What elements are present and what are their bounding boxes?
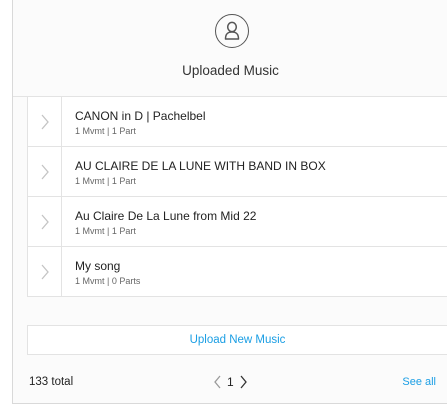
uploaded-music-panel: Uploaded Music CANON in D | Pachelbel 1 … [12,0,447,404]
list-item[interactable]: Au Claire De La Lune from Mid 22 1 Mvmt … [28,197,447,247]
item-title: AU CLAIRE DE LA LUNE WITH BAND IN BOX [75,159,326,173]
chevron-left-icon[interactable] [209,370,225,394]
pagination: 1 [209,370,252,394]
list-item[interactable]: AU CLAIRE DE LA LUNE WITH BAND IN BOX 1 … [28,147,447,197]
list-item[interactable]: My song 1 Mvmt | 0 Parts [28,247,447,297]
item-meta: 1 Mvmt | 1 Part [75,176,136,186]
item-meta: 1 Mvmt | 1 Part [75,126,136,136]
see-all-link[interactable]: See all [402,376,436,388]
list-item[interactable]: CANON in D | Pachelbel 1 Mvmt | 1 Part [28,97,447,147]
item-title: My song [75,259,121,273]
item-title: CANON in D | Pachelbel [75,109,206,123]
user-icon [215,14,249,48]
chevron-right-icon[interactable] [28,147,62,197]
panel-header: Uploaded Music [13,0,447,97]
chevron-right-icon[interactable] [28,247,62,297]
chevron-right-icon[interactable] [28,97,62,147]
upload-new-music-button[interactable]: Upload New Music [27,325,447,355]
item-meta: 1 Mvmt | 1 Part [75,226,136,236]
item-meta: 1 Mvmt | 0 Parts [75,276,141,286]
chevron-right-icon[interactable] [28,197,62,247]
current-page: 1 [227,375,234,389]
music-list: CANON in D | Pachelbel 1 Mvmt | 1 Part A… [27,97,447,297]
page-title: Uploaded Music [182,63,279,78]
item-title: Au Claire De La Lune from Mid 22 [75,209,257,223]
total-count: 133 total [29,376,74,388]
chevron-right-icon[interactable] [236,370,252,394]
